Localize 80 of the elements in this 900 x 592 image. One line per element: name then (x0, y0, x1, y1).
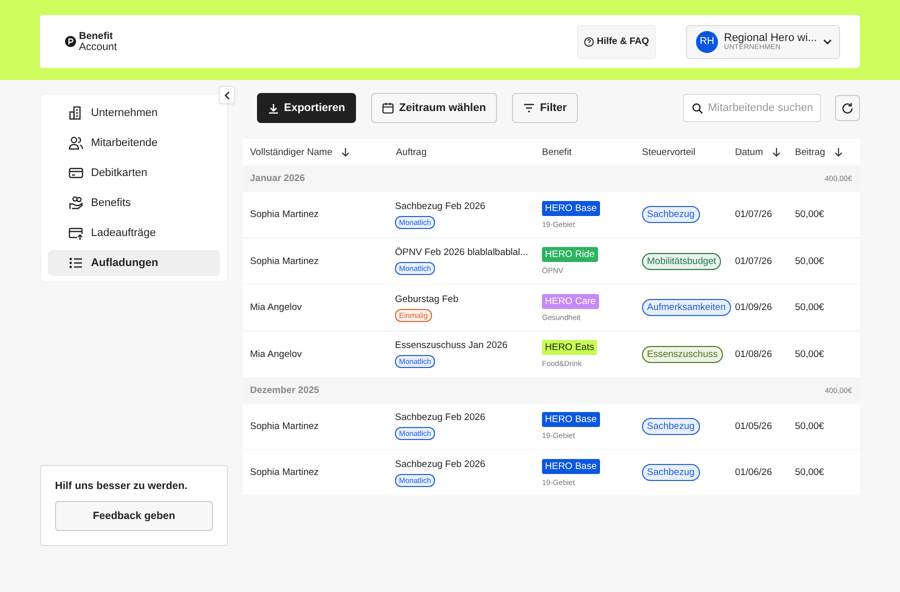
tax-tag: Essenszuschuss (642, 346, 723, 362)
benefit-tag: HERO Base (542, 458, 600, 474)
amount-cell: 50,00€ (795, 256, 824, 266)
logo-title: Benefit (79, 32, 114, 42)
order-name: Essenszuschuss Jan 2026 (395, 340, 508, 351)
order-name: Geburstag Feb (395, 294, 458, 304)
employee-name: Sophia Martinez (250, 256, 319, 266)
date-cell: 01/07/26 (735, 256, 772, 266)
sidebar-item[interactable]: Benefits (48, 190, 220, 216)
sidebar-item[interactable]: Unternehmen (48, 100, 220, 126)
sidebar-item[interactable]: Debitkarten (48, 160, 220, 186)
help-icon (584, 36, 594, 46)
date-cell: 01/05/26 (735, 420, 772, 432)
refresh-button[interactable] (835, 95, 860, 121)
employee-name: Mia Angelov (250, 348, 302, 360)
calendar-icon (382, 102, 394, 114)
column-header[interactable]: Vollständiger Name (250, 146, 332, 158)
date-cell: 01/08/26 (735, 348, 772, 360)
filter-icon (522, 103, 535, 113)
search-field[interactable]: Mitarbeitende suchen (683, 94, 821, 122)
amount-cell: 50,00€ (795, 467, 824, 478)
employee-name: Sophia Martinez (250, 467, 319, 478)
hand-coins-icon (68, 195, 84, 211)
export-button[interactable]: Exportieren (257, 93, 356, 123)
sort-arrow-icon[interactable] (834, 147, 844, 157)
benefit-tag: HERO Care (542, 294, 599, 308)
employee-name: Mia Angelov (250, 302, 302, 313)
column-header[interactable]: Beitrag (795, 146, 826, 158)
tax-tag: Aufmerksamkeiten (642, 299, 731, 316)
column-header: Auftrag (396, 146, 427, 158)
date-cell: 01/07/26 (735, 209, 772, 220)
benefit-tag: HERO Base (542, 200, 600, 216)
amount-cell: 50,00€ (795, 209, 824, 220)
order-name: Sachbezug Feb 2026 (395, 200, 486, 212)
sidebar-item[interactable]: Mitarbeitende (48, 130, 220, 156)
tax-tag: Sachbezug (642, 206, 700, 223)
date-range-button[interactable]: Zeitraum wählen (371, 93, 497, 123)
column-header: Benefit (542, 146, 572, 158)
collapse-button[interactable] (219, 86, 235, 104)
date-cell: 01/06/26 (735, 467, 772, 478)
avatar: RH (696, 30, 718, 52)
column-header: Steuervorteil (642, 146, 696, 158)
feedback-prompt: Hilf uns besser zu werden. (55, 480, 188, 492)
chevron-left-icon (224, 90, 230, 100)
search-icon (692, 102, 703, 114)
order-name: Sachbezug Feb 2026 (395, 458, 486, 470)
card-upload-icon (68, 225, 84, 241)
refresh-icon (841, 102, 854, 114)
employee-name: Sophia Martinez (250, 420, 319, 432)
employee-name: Sophia Martinez (250, 209, 319, 220)
amount-cell: 50,00€ (795, 348, 824, 360)
date-cell: 01/09/26 (735, 302, 772, 313)
logo-subtitle: Account (79, 42, 117, 52)
group-label: Dezember 2025 (250, 384, 320, 396)
group-label: Januar 2026 (250, 173, 305, 184)
tax-tag: Mobilitätsbudget (642, 252, 722, 270)
benefit-tag: HERO Ride (542, 247, 598, 262)
benefit-tag: HERO Eats (542, 340, 598, 355)
tax-tag: Sachbezug (642, 464, 700, 481)
logo-icon (65, 36, 76, 47)
chevron-down-icon (822, 38, 832, 44)
people-icon (68, 135, 84, 151)
order-name: Sachbezug Feb 2026 (395, 412, 486, 423)
sidebar-item[interactable]: Ladeaufträge (48, 220, 220, 246)
filter-button[interactable]: Filter (512, 93, 578, 123)
amount-cell: 50,00€ (795, 420, 824, 432)
card-icon (68, 165, 84, 181)
list-icon (68, 255, 84, 271)
column-header[interactable]: Datum (735, 146, 763, 158)
download-icon (268, 102, 279, 114)
feedback-button[interactable]: Feedback geben (55, 501, 213, 531)
account-name: Regional Hero wi... (724, 32, 817, 44)
sidebar-item[interactable]: Aufladungen (48, 250, 220, 276)
benefit-tag: HERO Base (542, 412, 600, 427)
tax-tag: Sachbezug (642, 418, 700, 434)
sort-arrow-icon[interactable] (772, 147, 781, 157)
amount-cell: 50,00€ (795, 302, 824, 313)
help-button[interactable]: Hilfe & FAQ (576, 24, 656, 58)
sort-arrow-icon[interactable] (341, 147, 350, 157)
order-name: ÖPNV Feb 2026 blablalbablal... (395, 247, 528, 258)
